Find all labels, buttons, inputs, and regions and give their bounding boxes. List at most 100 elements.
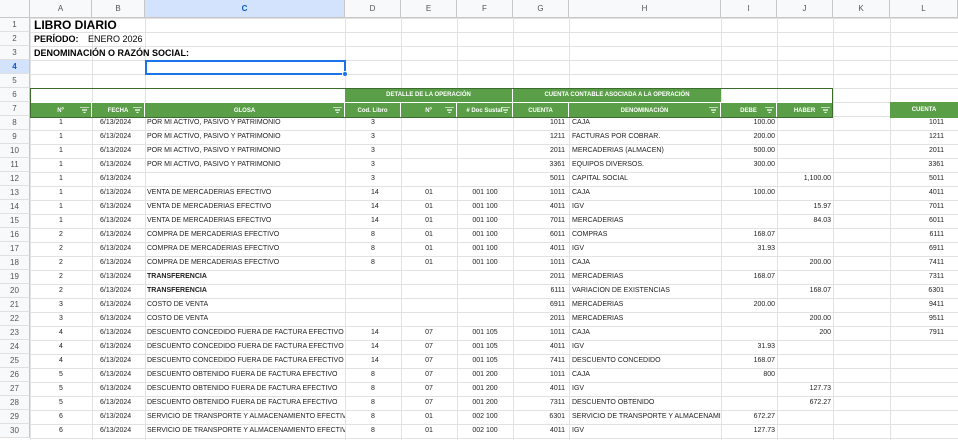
cell-haber[interactable] [777,270,833,284]
cell-fecha[interactable]: 6/13/2024 [92,214,145,228]
cell-doc[interactable]: 001 100 [457,200,513,214]
cell-haber[interactable] [777,340,833,354]
cell-fecha[interactable]: 6/13/2024 [92,172,145,186]
cell-denom[interactable]: MERCADERIAS [569,214,721,228]
row-header-1[interactable]: 1 [0,18,30,32]
cell-haber[interactable]: 127.73 [777,382,833,396]
cell-cuenta[interactable]: 7011 [513,214,569,228]
cell-cuenta_l[interactable]: 2011 [890,144,958,158]
cell-debe[interactable]: 500.00 [721,144,777,158]
row-header-20[interactable]: 20 [0,284,30,298]
select-all-corner[interactable] [0,0,30,18]
cell-doc[interactable]: 002 100 [457,410,513,424]
cell-denom[interactable]: VARIACION DE EXISTENCIAS [569,284,721,298]
cell-n2[interactable]: 01 [401,256,457,270]
row-header-4[interactable]: 4 [0,60,30,74]
cell-glosa[interactable]: COMPRA DE MERCADERIAS EFECTIVO [145,228,345,242]
cell-fecha[interactable]: 6/13/2024 [92,200,145,214]
cell-cod[interactable] [345,298,401,312]
cell-denom[interactable]: MERCADERIAS [569,298,721,312]
cell-fecha[interactable]: 6/13/2024 [92,256,145,270]
cell-cod[interactable]: 8 [345,368,401,382]
row-header-9[interactable]: 9 [0,130,30,144]
row-header-2[interactable]: 2 [0,32,30,46]
cell-doc[interactable]: 001 100 [457,228,513,242]
cell-cuenta_l[interactable]: 9511 [890,312,958,326]
cell-cuenta_l[interactable]: 7911 [890,326,958,340]
cell-cod[interactable]: 8 [345,242,401,256]
cell-cod[interactable]: 14 [345,354,401,368]
cell-n2[interactable]: 07 [401,354,457,368]
cell-denom[interactable]: SERVICIO DE TRANSPORTE Y ALMACENAMIEN' [569,410,721,424]
cell-cuenta_l[interactable]: 6111 [890,228,958,242]
row-header-26[interactable]: 26 [0,368,30,382]
cell-cuenta[interactable]: 7311 [513,396,569,410]
row-header-28[interactable]: 28 [0,396,30,410]
cell-n2[interactable]: 01 [401,242,457,256]
cell-n2[interactable]: 07 [401,326,457,340]
cell-haber[interactable] [777,242,833,256]
cell-n[interactable]: 1 [30,144,92,158]
cell-cuenta_l[interactable] [890,340,958,354]
cell-cod[interactable]: 8 [345,410,401,424]
cell-debe[interactable]: 127.73 [721,424,777,438]
cell-denom[interactable]: COMPRAS [569,228,721,242]
cell-glosa[interactable]: COSTO DE VENTA [145,312,345,326]
cell-glosa[interactable]: TRANSFERENCIA [145,284,345,298]
cell-cuenta[interactable]: 1011 [513,368,569,382]
cell-denom[interactable]: IGV [569,340,721,354]
cell-haber[interactable] [777,186,833,200]
row-header-8[interactable]: 8 [0,116,30,130]
cell-doc[interactable]: 001 100 [457,186,513,200]
cell-glosa[interactable]: POR MI ACTIVO, PASIVO Y PATRIMONIO [145,144,345,158]
cell-fecha[interactable]: 6/13/2024 [92,382,145,396]
cell-haber[interactable] [777,228,833,242]
cell-debe[interactable] [721,214,777,228]
column-header-j[interactable]: J [777,0,833,18]
cell-n[interactable]: 1 [30,186,92,200]
cell-cuenta[interactable]: 1011 [513,116,569,130]
cell-n2[interactable] [401,312,457,326]
cell-denom[interactable]: MERCADERIAS (ALMACEN) [569,144,721,158]
cell-glosa[interactable]: DESCUENTO CONCEDIDO FUERA DE FACTURA EFE… [145,340,345,354]
cell-glosa[interactable]: COMPRA DE MERCADERIAS EFECTIVO [145,242,345,256]
cell-glosa[interactable]: COMPRA DE MERCADERIAS EFECTIVO [145,256,345,270]
cell-n2[interactable]: 07 [401,396,457,410]
cell-cod[interactable] [345,284,401,298]
cell-debe[interactable]: 300.00 [721,158,777,172]
cell-glosa[interactable]: DESCUENTO CONCEDIDO FUERA DE FACTURA EFE… [145,354,345,368]
cell-n2[interactable]: 07 [401,340,457,354]
cell-debe[interactable] [721,312,777,326]
cell-cuenta[interactable]: 2011 [513,144,569,158]
cell-denom[interactable]: IGV [569,242,721,256]
cell-n2[interactable] [401,144,457,158]
cell-n[interactable]: 1 [30,116,92,130]
cell-denom[interactable]: DESCUENTO OBTENIDO [569,396,721,410]
cell-cuenta[interactable]: 6301 [513,410,569,424]
cell-cod[interactable]: 14 [345,326,401,340]
cell-cuenta[interactable]: 2011 [513,312,569,326]
cell-haber[interactable]: 15.97 [777,200,833,214]
cell-debe[interactable]: 168.07 [721,354,777,368]
cell-denom[interactable]: MERCADERIAS [569,270,721,284]
cell-n[interactable]: 4 [30,354,92,368]
cell-cuenta_l[interactable]: 6011 [890,214,958,228]
cell-cuenta_l[interactable]: 1211 [890,130,958,144]
cell-n[interactable]: 5 [30,382,92,396]
row-header-16[interactable]: 16 [0,228,30,242]
cell-doc[interactable] [457,172,513,186]
row-header-15[interactable]: 15 [0,214,30,228]
cell-n2[interactable]: 01 [401,410,457,424]
cell-glosa[interactable]: SERVICIO DE TRANSPORTE Y ALMACENAMIENTO … [145,424,345,438]
cell-n[interactable]: 2 [30,270,92,284]
cell-denom[interactable]: CAJA [569,116,721,130]
cell-glosa[interactable]: DESCUENTO OBTENIDO FUERA DE FACTURA EFEC… [145,368,345,382]
cell-fecha[interactable]: 6/13/2024 [92,354,145,368]
cell-fecha[interactable]: 6/13/2024 [92,242,145,256]
row-header-18[interactable]: 18 [0,256,30,270]
row-header-27[interactable]: 27 [0,382,30,396]
cell-haber[interactable] [777,410,833,424]
cell-cuenta_l[interactable] [890,368,958,382]
cell-denom[interactable]: MERCADERIAS [569,312,721,326]
cell-debe[interactable] [721,382,777,396]
